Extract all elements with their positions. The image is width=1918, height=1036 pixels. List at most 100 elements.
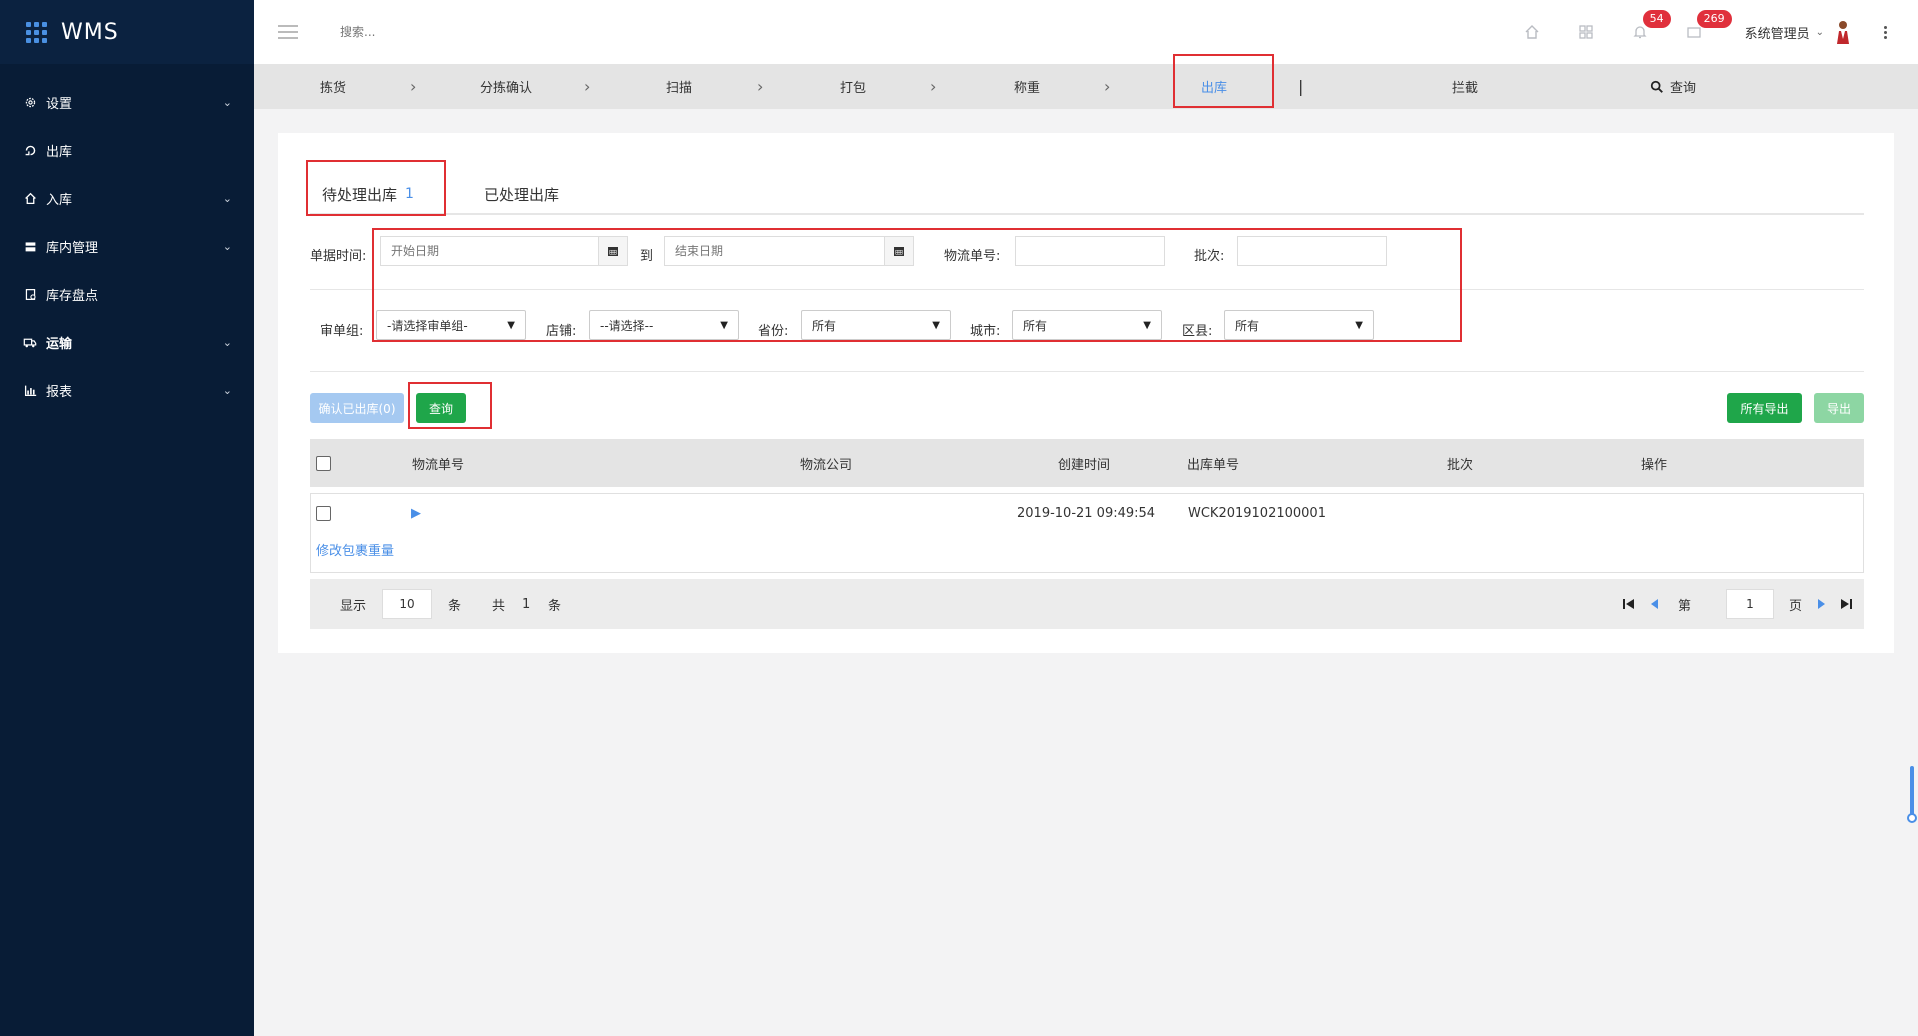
export-all-button[interactable]: 所有导出	[1727, 393, 1802, 423]
chevron-down-icon: ⌄	[1815, 26, 1824, 38]
chevron-down-icon: ▼	[720, 319, 728, 331]
last-page-icon[interactable]	[1840, 579, 1853, 629]
expand-row-icon[interactable]: ▶	[411, 506, 421, 521]
chevron-right-icon: ›	[930, 77, 937, 96]
column-header: 物流单号	[412, 457, 465, 473]
search-input[interactable]	[340, 25, 560, 39]
truck-icon	[22, 334, 38, 350]
apps-grid-icon	[26, 21, 47, 43]
cell-created-at: 2019-10-21 09:49:54	[1017, 506, 1156, 521]
select-value: 所有	[1235, 318, 1260, 333]
calendar-icon[interactable]	[884, 236, 914, 266]
province-label: 省份:	[758, 324, 789, 339]
select-all-checkbox[interactable]	[316, 455, 331, 471]
first-page-icon[interactable]	[1622, 579, 1635, 629]
select-value: 所有	[1023, 318, 1048, 333]
workflow-steps: 拣货 › 分拣确认 › 扫描 › 打包 › 称重 › 出库 | 拦截 查询	[254, 64, 1918, 109]
column-header: 出库单号	[1187, 457, 1240, 473]
search-icon	[1650, 80, 1663, 93]
total-unit: 条	[548, 598, 562, 614]
message-badge: 269	[1696, 10, 1732, 28]
table-header: 物流单号 物流公司 创建时间 出库单号 批次 操作	[310, 439, 1864, 487]
next-page-icon[interactable]	[1817, 579, 1826, 629]
tabs: 待处理出库 1 已处理出库	[310, 175, 1864, 215]
query-button[interactable]: 查询	[416, 393, 466, 423]
chevron-down-icon: ⌄	[222, 383, 232, 397]
tab-pending-outbound[interactable]: 待处理出库 1	[322, 175, 414, 213]
message-icon[interactable]: 269	[1667, 0, 1732, 64]
end-date-input[interactable]	[664, 236, 886, 266]
confirm-outbound-button[interactable]: 确认已出库(0)	[310, 393, 404, 423]
tab-label: 待处理出库	[322, 185, 398, 204]
step-intercept[interactable]: 拦截	[1452, 64, 1478, 109]
sidebar-item-label: 运输	[46, 336, 73, 352]
batch-input[interactable]	[1237, 236, 1387, 266]
row-checkbox[interactable]	[316, 506, 331, 521]
step-scan[interactable]: 扫描	[666, 64, 692, 109]
select-value: 所有	[812, 318, 837, 333]
column-header: 创建时间	[1058, 457, 1111, 473]
tab-processed-outbound[interactable]: 已处理出库	[484, 175, 559, 213]
step-picking[interactable]: 拣货	[320, 64, 346, 109]
district-select[interactable]: 所有 ▼	[1224, 310, 1374, 340]
review-group-label: 审单组:	[320, 324, 364, 339]
step-query[interactable]: 查询	[1650, 64, 1696, 109]
sidebar: WMS 设置 ⌄ 出库 入库 ⌄ 库内管理 ⌄ 库存盘点 运输 ⌄ 报表 ⌄	[0, 0, 254, 1036]
grid-icon[interactable]	[1559, 0, 1613, 64]
sidebar-item-transport[interactable]: 运输 ⌄	[0, 318, 254, 366]
page-size-input[interactable]: 10	[382, 589, 432, 619]
chevron-right-icon: ›	[584, 77, 591, 96]
page-suffix: 页	[1789, 598, 1803, 614]
chevron-down-icon: ▼	[932, 319, 940, 331]
page-size-label: 显示	[340, 598, 367, 614]
tracking-input[interactable]	[1015, 236, 1165, 266]
chevron-down-icon: ▼	[1143, 319, 1151, 331]
scroll-handle[interactable]	[1906, 766, 1918, 824]
home-icon[interactable]	[1505, 0, 1559, 64]
chevron-down-icon: ⌄	[222, 239, 232, 253]
chevron-right-icon: ›	[757, 77, 764, 96]
chevron-down-icon: ⌄	[222, 191, 232, 205]
sidebar-item-inventory-count[interactable]: 库存盘点	[0, 270, 254, 318]
notification-bell-icon[interactable]: 54	[1613, 0, 1671, 64]
avatar	[1834, 19, 1852, 45]
pagination: 显示 10 条 共 1 条 第 1 页	[310, 579, 1864, 629]
page-prefix: 第	[1678, 598, 1692, 614]
review-group-select[interactable]: -请选择审单组- ▼	[376, 310, 526, 340]
export-button[interactable]: 导出	[1814, 393, 1864, 423]
inventory-icon	[22, 286, 38, 302]
sidebar-item-settings[interactable]: 设置 ⌄	[0, 78, 254, 126]
select-value: -请选择审单组-	[387, 318, 468, 333]
sidebar-item-outbound[interactable]: 出库	[0, 126, 254, 174]
city-select[interactable]: 所有 ▼	[1012, 310, 1162, 340]
sidebar-item-reports[interactable]: 报表 ⌄	[0, 366, 254, 414]
start-date-input[interactable]	[380, 236, 610, 266]
sidebar-item-label: 设置	[46, 96, 73, 112]
chevron-right-icon: ›	[1104, 77, 1111, 96]
sidebar-item-label: 报表	[46, 384, 73, 400]
sidebar-item-warehouse-management[interactable]: 库内管理 ⌄	[0, 222, 254, 270]
province-select[interactable]: 所有 ▼	[801, 310, 951, 340]
user-menu[interactable]: 系统管理员 ⌄	[1745, 19, 1852, 45]
edit-package-weight-link[interactable]: 修改包裹重量	[316, 540, 394, 559]
step-weigh[interactable]: 称重	[1014, 64, 1040, 109]
total-label: 共	[492, 598, 506, 614]
column-header: 操作	[1641, 457, 1668, 473]
current-page-input[interactable]: 1	[1726, 589, 1774, 619]
sidebar-item-inbound[interactable]: 入库 ⌄	[0, 174, 254, 222]
column-header: 物流公司	[800, 457, 853, 473]
chart-icon	[22, 382, 38, 398]
step-outbound[interactable]: 出库	[1201, 64, 1227, 109]
store-select[interactable]: --请选择-- ▼	[589, 310, 739, 340]
divider	[310, 289, 1864, 290]
step-sort-confirm[interactable]: 分拣确认	[480, 64, 532, 109]
more-options-icon[interactable]	[1870, 25, 1900, 40]
inbound-icon	[22, 190, 38, 206]
column-header: 批次	[1447, 457, 1474, 473]
brand[interactable]: WMS	[0, 0, 254, 64]
calendar-icon[interactable]	[598, 236, 628, 266]
chevron-down-icon: ▼	[507, 319, 515, 331]
menu-toggle-icon[interactable]	[278, 25, 298, 39]
prev-page-icon[interactable]	[1650, 579, 1659, 629]
step-pack[interactable]: 打包	[840, 64, 866, 109]
